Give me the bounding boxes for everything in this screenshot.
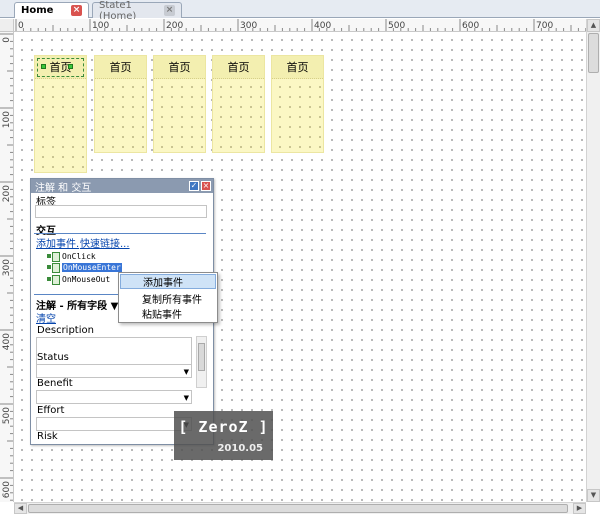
close-icon[interactable]: × (164, 5, 175, 16)
ruler-label: 500 (388, 21, 405, 31)
close-icon[interactable]: × (71, 5, 82, 16)
vertical-scrollbar[interactable]: ▲ ▼ (586, 19, 600, 502)
checkbox-icon[interactable]: ✓ (189, 181, 199, 191)
scroll-right-icon[interactable]: ▶ (573, 503, 586, 514)
scroll-left-icon[interactable]: ◀ (14, 503, 27, 514)
ruler-label: 600 (462, 21, 479, 31)
scroll-thumb[interactable] (28, 504, 568, 513)
field-label-effort: Effort (37, 405, 65, 416)
panel-title: 注解 和 交互 (35, 182, 92, 194)
ruler-label: 100 (92, 21, 109, 31)
event-icon (47, 252, 60, 262)
scroll-up-icon[interactable]: ▲ (587, 19, 600, 32)
scroll-thumb[interactable] (198, 343, 205, 371)
ruler-label: 300 (2, 259, 12, 276)
page-column-3[interactable]: 首页 (153, 55, 206, 153)
effort-select[interactable]: ▼ (36, 417, 192, 431)
ruler-corner (0, 19, 14, 32)
event-label: OnMouseOut (62, 275, 111, 284)
event-icon (47, 263, 60, 273)
event-label: OnMouseEnter (62, 263, 122, 272)
ruler-label: 400 (2, 333, 12, 350)
add-event-link[interactable]: 添加事件. (36, 235, 79, 250)
field-label-status: Status (37, 352, 69, 363)
scroll-down-icon[interactable]: ▼ (587, 489, 600, 502)
column-header: 首页 (213, 56, 264, 79)
horizontal-scrollbar[interactable]: ◀ ▶ (14, 502, 586, 514)
ruler-top: 0 100 200 300 400 500 600 700 (14, 19, 586, 32)
chevron-down-icon: ▼ (183, 394, 189, 402)
watermark-date: 2010.05 (217, 443, 263, 454)
divider (34, 294, 118, 295)
menu-item-copy-all-events[interactable]: 复制所有事件 (120, 291, 216, 306)
close-icon[interactable]: × (201, 181, 211, 191)
tab-state1[interactable]: State1 (Home) × (92, 0, 182, 22)
column-header: 首页 (95, 56, 146, 79)
ruler-label: 600 (2, 481, 12, 498)
field-label-risk: Risk (37, 431, 58, 442)
ruler-label: 200 (2, 185, 12, 202)
field-label-benefit: Benefit (37, 378, 73, 389)
watermark: [ ZeroZ ] 2010.05 (174, 411, 273, 460)
label-input[interactable] (35, 205, 207, 218)
benefit-select[interactable]: ▼ (36, 390, 192, 404)
event-onclick[interactable]: OnClick (47, 252, 96, 262)
tab-home[interactable]: Home × (14, 2, 89, 18)
page-column-4[interactable]: 首页 (212, 55, 265, 153)
page-column-1[interactable]: 首页 (34, 55, 87, 173)
event-icon (47, 275, 60, 285)
chevron-down-icon: ▼ (183, 368, 189, 376)
status-select[interactable]: ▼ (36, 364, 192, 378)
watermark-title: [ ZeroZ ] (178, 418, 269, 436)
column-header: 首页 (154, 56, 205, 79)
menu-item-paste-event[interactable]: 粘贴事件 (120, 306, 216, 321)
clear-link[interactable]: 清空 (36, 310, 56, 325)
event-label: OnClick (62, 252, 96, 261)
page-column-2[interactable]: 首页 (94, 55, 147, 153)
event-onmouseout[interactable]: OnMouseOut (47, 275, 111, 285)
divider (34, 233, 206, 234)
ruler-label: 300 (240, 21, 257, 31)
event-onmouseenter[interactable]: OnMouseEnter (47, 263, 122, 273)
menu-item-add-event[interactable]: 添加事件 (120, 274, 216, 289)
tab-bar: Home × State1 (Home) × (0, 0, 600, 22)
ruler-label: 200 (166, 21, 183, 31)
ruler-left: 0 100 200 300 400 500 600 (0, 32, 14, 502)
column-header: 首页 (272, 56, 323, 79)
tab-home-label: Home (21, 5, 54, 16)
ruler-label: 500 (2, 407, 12, 424)
scroll-thumb[interactable] (588, 33, 599, 73)
context-menu: 添加事件 复制所有事件 粘贴事件 (118, 272, 218, 323)
panel-titlebar[interactable]: 注解 和 交互 ✓ × (31, 179, 213, 194)
selection-handle[interactable] (68, 64, 73, 69)
selection-handle[interactable] (41, 64, 46, 69)
quick-link[interactable]: 快速链接... (80, 235, 130, 250)
ruler-label: 100 (2, 111, 12, 128)
fields-scrollbar[interactable] (196, 336, 207, 388)
ruler-label: 700 (536, 21, 553, 31)
page-column-5[interactable]: 首页 (271, 55, 324, 153)
ruler-label: 400 (314, 21, 331, 31)
field-label-description: Description (37, 325, 94, 336)
